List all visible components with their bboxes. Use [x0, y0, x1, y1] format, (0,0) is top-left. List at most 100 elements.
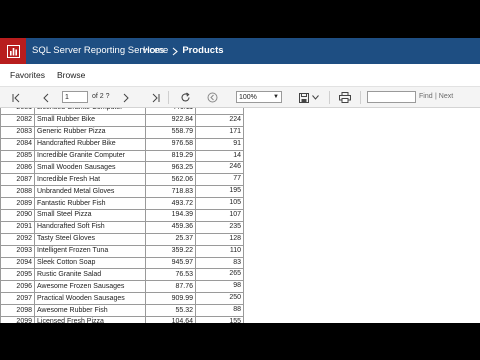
- product-name-cell: Generic Rubber Pizza: [34, 125, 146, 139]
- find-link[interactable]: Find: [419, 91, 433, 103]
- product-id-cell: 2085: [0, 149, 35, 163]
- product-price-cell: 562.06: [145, 173, 196, 187]
- product-quantity-cell: 265: [195, 268, 244, 282]
- product-name-cell: Small Rubber Bike: [34, 113, 146, 127]
- report-body: 2081Licensed Granite Computer446.112082S…: [0, 108, 480, 323]
- product-id-cell: 2083: [0, 125, 35, 139]
- export-save-icon[interactable]: [298, 90, 309, 105]
- product-quantity-cell: 171: [195, 125, 244, 139]
- product-name-cell: Awesome Rubber Fish: [34, 304, 146, 318]
- product-id-cell: 2090: [0, 209, 35, 222]
- last-page-icon[interactable]: [150, 90, 162, 105]
- product-id-cell: 2082: [0, 113, 35, 127]
- product-quantity-cell: 98: [195, 280, 244, 294]
- product-name-cell: Incredible Granite Computer: [34, 149, 146, 163]
- product-name-cell: Awesome Frozen Sausages: [34, 280, 146, 294]
- table-row: 2094 Sleek Cotton Soap 945.97 83: [0, 256, 244, 270]
- table-row: 2090 Small Steel Pizza 194.39 107: [0, 209, 244, 222]
- previous-page-icon[interactable]: [40, 90, 52, 105]
- product-id-cell: 2097: [0, 292, 35, 306]
- table-row: 2084 Handcrafted Rubber Bike 976.58 91: [0, 137, 244, 151]
- product-id-cell: 2084: [0, 137, 35, 151]
- table-row: 2096 Awesome Frozen Sausages 87.76 98: [0, 280, 244, 294]
- first-page-icon[interactable]: [10, 90, 22, 105]
- zoom-select[interactable]: 100% ▼: [236, 91, 282, 103]
- refresh-icon[interactable]: [178, 90, 192, 105]
- product-price-cell: 963.25: [145, 161, 196, 175]
- product-name-cell: Intelligent Frozen Tuna: [34, 244, 146, 258]
- product-quantity-cell: 128: [195, 232, 244, 246]
- menu-bar: Favorites Browse: [0, 64, 480, 86]
- product-price-cell: 819.29: [145, 149, 196, 163]
- product-quantity-cell: 155: [195, 316, 244, 323]
- table-row: 2085 Incredible Granite Computer 819.29 14: [0, 149, 244, 163]
- breadcrumb-home[interactable]: Home: [143, 38, 168, 64]
- product-quantity-cell: 250: [195, 292, 244, 306]
- product-quantity-cell: 110: [195, 244, 244, 258]
- zoom-value: 100%: [239, 94, 257, 101]
- table-row: 2082 Small Rubber Bike 922.84 224: [0, 113, 244, 127]
- chevron-right-icon: [172, 47, 179, 55]
- product-id-cell: 2099: [0, 316, 35, 323]
- product-quantity-cell: 107: [195, 209, 244, 222]
- product-name-cell: Handcrafted Soft Fish: [34, 220, 146, 234]
- find-text-input[interactable]: [367, 91, 416, 103]
- find-next-link[interactable]: | Next: [435, 91, 453, 103]
- toolbar-divider: [329, 91, 330, 104]
- table-row: 2095 Rustic Granite Salad 76.53 265: [0, 268, 244, 282]
- toolbar-divider: [168, 91, 169, 104]
- table-row: 2093 Intelligent Frozen Tuna 359.22 110: [0, 244, 244, 258]
- menu-browse[interactable]: Browse: [57, 64, 85, 86]
- table-row: 2092 Tasty Steel Gloves 25.37 128: [0, 232, 244, 246]
- product-name-cell: Small Wooden Sausages: [34, 161, 146, 175]
- product-quantity-cell: 91: [195, 137, 244, 151]
- product-id-cell: 2092: [0, 232, 35, 246]
- table-row: 2099 Licensed Fresh Pizza 104.64 155: [0, 316, 244, 323]
- product-id-cell: 2091: [0, 220, 35, 234]
- back-to-parent-icon[interactable]: [205, 90, 219, 105]
- product-name-cell: Tasty Steel Gloves: [34, 232, 146, 246]
- product-id-cell: 2096: [0, 280, 35, 294]
- page-count-label: of 2 ?: [92, 93, 110, 100]
- table-row: 2083 Generic Rubber Pizza 558.79 171: [0, 125, 244, 139]
- product-price-cell: 945.97: [145, 256, 196, 270]
- product-quantity-cell: 195: [195, 185, 244, 199]
- product-price-cell: 359.22: [145, 244, 196, 258]
- table-row: 2091 Handcrafted Soft Fish 459.36 235: [0, 220, 244, 234]
- product-quantity-cell: 88: [195, 304, 244, 318]
- product-price-cell: 976.58: [145, 137, 196, 151]
- table-row: 2089 Fantastic Rubber Fish 493.72 105: [0, 197, 244, 211]
- page-number-input[interactable]: 1: [62, 91, 88, 103]
- product-id-cell: 2088: [0, 185, 35, 199]
- product-quantity-cell: 246: [195, 161, 244, 175]
- browser-viewport: SQL Server Reporting Services Home Produ…: [0, 38, 480, 323]
- ssrs-logo-icon[interactable]: [0, 38, 26, 64]
- table-row: 2086 Small Wooden Sausages 963.25 246: [0, 161, 244, 175]
- product-id-cell: 2086: [0, 161, 35, 175]
- next-page-icon[interactable]: [120, 90, 132, 105]
- product-id-cell: 2093: [0, 244, 35, 258]
- product-price-cell: 76.53: [145, 268, 196, 282]
- product-price-cell: 194.39: [145, 209, 196, 222]
- product-id-cell: 2098: [0, 304, 35, 318]
- product-name-cell: Sleek Cotton Soap: [34, 256, 146, 270]
- export-dropdown-icon[interactable]: [311, 90, 320, 105]
- breadcrumb-current: Products: [182, 45, 224, 56]
- menu-favorites[interactable]: Favorites: [10, 64, 45, 86]
- product-name-cell: Handcrafted Rubber Bike: [34, 137, 146, 151]
- product-name-cell: Licensed Fresh Pizza: [34, 316, 146, 323]
- table-row: 2098 Awesome Rubber Fish 55.32 88: [0, 304, 244, 318]
- chevron-down-icon: ▼: [273, 94, 279, 100]
- product-name-cell: Incredible Fresh Hat: [34, 173, 146, 187]
- print-icon[interactable]: [338, 90, 352, 105]
- table-row: 2087 Incredible Fresh Hat 562.06 77: [0, 173, 244, 187]
- product-id-cell: 2087: [0, 173, 35, 187]
- product-quantity-cell: 77: [195, 173, 244, 187]
- table-row: 2088 Unbranded Metal Gloves 718.83 195: [0, 185, 244, 199]
- product-price-cell: 55.32: [145, 304, 196, 318]
- product-quantity-cell: 83: [195, 256, 244, 270]
- product-price-cell: 493.72: [145, 197, 196, 211]
- products-table: 2081Licensed Granite Computer446.112082S…: [0, 108, 244, 323]
- product-price-cell: 25.37: [145, 232, 196, 246]
- product-name-cell: Fantastic Rubber Fish: [34, 197, 146, 211]
